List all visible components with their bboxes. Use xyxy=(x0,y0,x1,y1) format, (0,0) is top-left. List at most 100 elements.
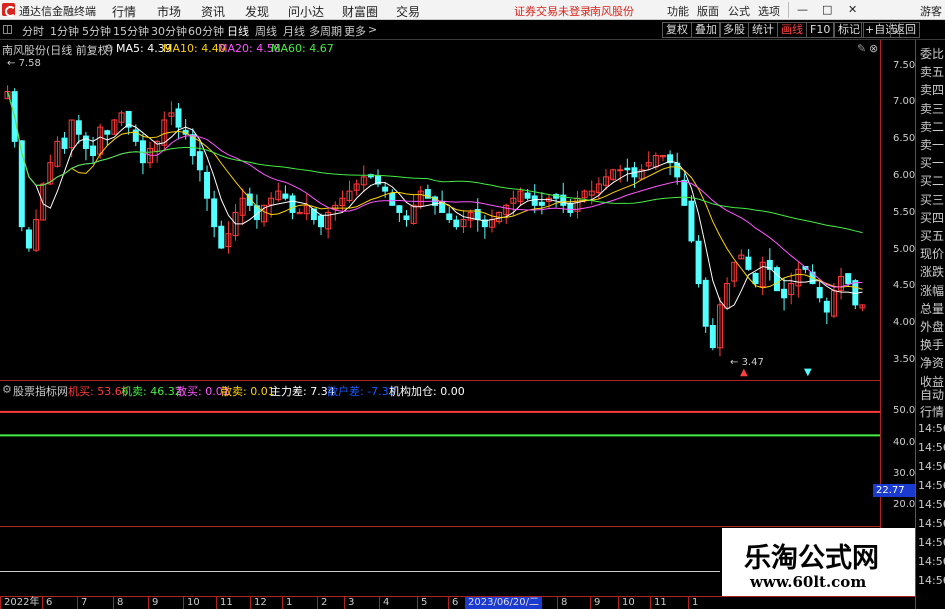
candle-body[interactable] xyxy=(25,229,32,249)
candle-body[interactable] xyxy=(318,215,325,228)
candle-body[interactable] xyxy=(624,167,631,171)
tool-gongneng[interactable]: 功能 xyxy=(667,3,689,19)
candle-body[interactable] xyxy=(702,279,709,327)
candle-body[interactable] xyxy=(773,267,780,292)
minimize-icon[interactable]: — xyxy=(797,3,808,16)
tick-time: 14:56 xyxy=(918,460,945,473)
candle-body[interactable] xyxy=(695,240,702,285)
btn-diejia[interactable]: 叠加 xyxy=(691,22,721,38)
candle-body[interactable] xyxy=(204,171,211,199)
period-week[interactable]: 周线 xyxy=(255,23,277,39)
candle-body[interactable] xyxy=(396,205,403,213)
side-tab[interactable]: 行情 xyxy=(920,403,944,420)
candle-body[interactable] xyxy=(617,169,624,172)
menu-hangqing[interactable]: 行情 xyxy=(112,3,136,20)
candle-body[interactable] xyxy=(389,192,396,206)
period-more[interactable]: 更多 xyxy=(344,23,366,39)
candle-body[interactable] xyxy=(453,219,460,228)
candle-body[interactable] xyxy=(823,300,830,313)
side-tab[interactable]: 自动 xyxy=(920,386,944,403)
btn-huaxian[interactable]: 画线 xyxy=(777,22,807,38)
menu-faxian[interactable]: 发现 xyxy=(245,3,269,20)
tool-banmian[interactable]: 版面 xyxy=(697,3,719,19)
close-icon[interactable]: ✕ xyxy=(848,3,857,16)
gear-icon[interactable]: ⚙ xyxy=(2,383,12,396)
btn-f10[interactable]: F10 xyxy=(806,22,835,38)
layout-grid-icon[interactable] xyxy=(3,25,12,34)
btn-biaoji[interactable]: 标记 xyxy=(834,22,864,38)
period-more-chevron-icon[interactable]: > xyxy=(368,23,377,36)
period-30min[interactable]: 30分钟 xyxy=(151,23,187,39)
candle-body[interactable] xyxy=(403,215,410,221)
candle-body[interactable] xyxy=(282,193,289,199)
candle-body[interactable] xyxy=(688,200,695,242)
menu-caifuquan[interactable]: 财富圈 xyxy=(342,3,378,20)
candle-body[interactable] xyxy=(61,137,68,149)
btn-duogu[interactable]: 多股 xyxy=(719,22,749,38)
menu-shichang[interactable]: 市场 xyxy=(157,3,181,20)
date-axis[interactable]: 2022年6789101112123456789101112023/06/20/… xyxy=(0,596,915,609)
menu-wenxiaoda[interactable]: 问小达 xyxy=(288,3,324,20)
tool-xuanxiang[interactable]: 选项 xyxy=(758,3,780,19)
candle-body[interactable] xyxy=(175,108,182,128)
ma20-line xyxy=(7,91,863,288)
candle-body[interactable] xyxy=(446,213,453,221)
candle-body[interactable] xyxy=(745,256,752,270)
sanhu-value: 散户差: -7.33 xyxy=(327,385,396,398)
kline-chart[interactable] xyxy=(0,56,880,376)
period-1min[interactable]: 1分钟 xyxy=(50,23,79,39)
date-tick: 10 xyxy=(618,597,635,609)
ma60-label: MA60: 4.67 xyxy=(271,42,334,55)
sub-indicator-chart[interactable] xyxy=(0,398,880,526)
period-fenshi[interactable]: 分时 xyxy=(22,23,44,39)
date-tick: 12 xyxy=(250,597,267,609)
period-multi[interactable]: 多周期 xyxy=(309,23,342,39)
candle-body[interactable] xyxy=(709,324,716,349)
candle-body[interactable] xyxy=(382,186,389,192)
period-month[interactable]: 月线 xyxy=(283,23,305,39)
candle-body[interactable] xyxy=(211,198,218,228)
candle-body[interactable] xyxy=(90,145,97,157)
candle-body[interactable] xyxy=(218,225,225,249)
period-60min[interactable]: 60分钟 xyxy=(188,23,224,39)
watermark-title: 乐淘公式网 xyxy=(744,543,879,574)
maximize-icon[interactable]: □ xyxy=(822,3,832,16)
menu-jiaoyi[interactable]: 交易 xyxy=(396,3,420,20)
indicator-name[interactable]: 股票指标网 xyxy=(13,383,68,399)
gear-icon[interactable]: ⚙ xyxy=(104,42,114,55)
candle-body[interactable] xyxy=(538,201,545,206)
chart-close-icon[interactable]: ⊗ xyxy=(869,42,878,55)
menu-zixun[interactable]: 资讯 xyxy=(201,3,225,20)
candle-body[interactable] xyxy=(524,192,531,199)
tick-time: 14:56 xyxy=(918,536,945,549)
candle-body[interactable] xyxy=(752,272,759,285)
period-5min[interactable]: 5分钟 xyxy=(82,23,111,39)
candle-body[interactable] xyxy=(681,179,688,206)
candle-body[interactable] xyxy=(82,135,89,149)
quote-side-panel[interactable]: 委比 卖五 卖四 卖三 卖二 卖一 买一 买二 买三 买四 买五 现价 涨跌 涨幅 总量 外盘 换手 净资 收益 自动… xyxy=(915,40,945,609)
app-logo-icon xyxy=(2,3,16,17)
finance-marker-icon[interactable]: ▼ xyxy=(804,367,812,378)
side-quote-label: 买一 xyxy=(920,156,945,171)
candle-body[interactable] xyxy=(845,273,852,285)
candle-body[interactable] xyxy=(104,130,111,135)
candle-body[interactable] xyxy=(816,287,823,299)
candle-body[interactable] xyxy=(289,195,296,213)
candle-body[interactable] xyxy=(567,202,574,213)
candle-body[interactable] xyxy=(196,151,203,171)
btn-fuquan[interactable]: 复权 xyxy=(662,22,692,38)
candle-body[interactable] xyxy=(781,288,788,299)
candle-body[interactable] xyxy=(531,195,538,206)
period-15min[interactable]: 15分钟 xyxy=(113,23,149,39)
btn-fanhui[interactable]: 返回 xyxy=(890,22,920,38)
chart-settings-icon[interactable]: ✎ xyxy=(857,42,866,55)
btn-tongji[interactable]: 统计 xyxy=(748,22,778,38)
side-quote-label: 卖五 xyxy=(920,65,945,80)
date-tick: 10 xyxy=(183,597,200,609)
candle-body[interactable] xyxy=(75,120,82,135)
tool-gongshi[interactable]: 公式 xyxy=(728,3,750,19)
trade-login-status[interactable]: 证券交易未登录 xyxy=(514,3,591,19)
event-marker-icon[interactable]: ▲ xyxy=(740,367,748,378)
guest-login[interactable]: 游客 xyxy=(920,3,942,19)
period-day[interactable]: 日线 xyxy=(227,23,249,39)
